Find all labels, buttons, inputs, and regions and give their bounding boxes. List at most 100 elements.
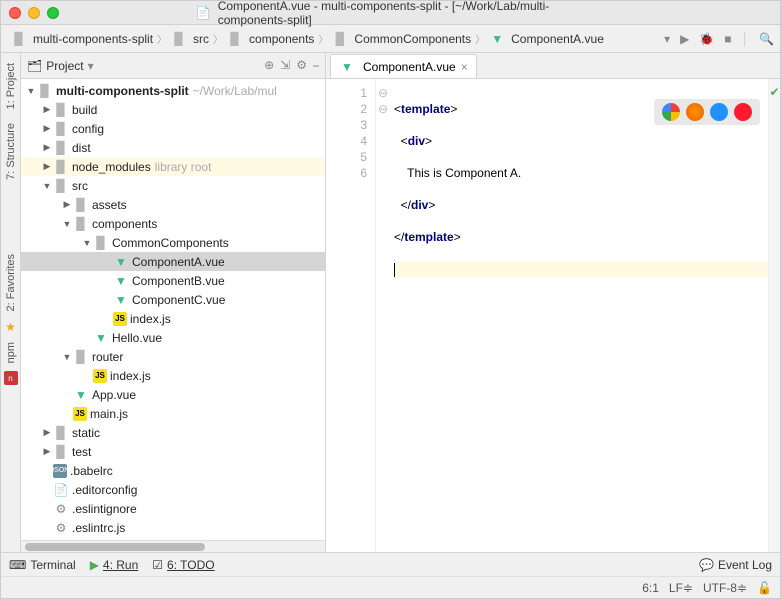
lock-icon[interactable]: 🔓 (757, 581, 772, 595)
tree-item[interactable]: ▶▉dist (21, 138, 325, 157)
breadcrumb[interactable]: ▼ComponentA.vue (485, 29, 608, 49)
breadcrumb[interactable]: ▉CommonComponents (328, 29, 475, 49)
chrome-icon[interactable] (662, 103, 680, 121)
tree-item[interactable]: ▶▼ComponentB.vue (21, 271, 325, 290)
tree-item[interactable]: ▶JSmain.js (21, 404, 325, 423)
todo-icon: ☑ (152, 558, 163, 572)
folder-icon: ▉ (171, 31, 187, 47)
error-stripe[interactable]: ✔ (768, 79, 780, 552)
line-separator[interactable]: LF≑ (669, 581, 693, 595)
scrollbar-thumb[interactable] (25, 543, 205, 551)
ok-check-icon: ✔ (769, 85, 779, 99)
hide-icon[interactable]: ⎯ (313, 58, 319, 73)
terminal-button[interactable]: ⌨Terminal (9, 558, 76, 572)
tab-favorites[interactable]: 2: Favorites (3, 248, 19, 317)
terminal-icon: ⌨ (9, 558, 26, 572)
vue-icon: ▼ (73, 387, 89, 403)
tree-item[interactable]: ▶JSON.babelrc (21, 461, 325, 480)
log-icon: 💬 (699, 558, 714, 572)
dropdown-icon[interactable]: ▾ (664, 32, 670, 46)
vue-icon: ▼ (489, 31, 505, 47)
tree-item[interactable]: ▶⚙.eslintrc.js (21, 518, 325, 537)
cursor-position[interactable]: 6:1 (642, 581, 659, 595)
stop-button[interactable]: ■ (724, 32, 731, 46)
tree-item[interactable]: ▶▉static (21, 423, 325, 442)
tree-item[interactable]: ▼▉router (21, 347, 325, 366)
star-icon: ★ (5, 320, 16, 334)
firefox-icon[interactable] (686, 103, 704, 121)
tree-root[interactable]: ▼▉multi-components-split~/Work/Lab/mul (21, 81, 325, 100)
maximize-window-button[interactable] (47, 7, 59, 19)
chevron-right-icon: 〉 (475, 31, 485, 46)
folder-icon: ▉ (11, 31, 27, 47)
folder-icon: ▉ (227, 31, 243, 47)
safari-icon[interactable] (710, 103, 728, 121)
tab-project[interactable]: 1: Project (3, 57, 19, 115)
tree-item[interactable]: ▼▉components (21, 214, 325, 233)
folder-icon: ▉ (53, 140, 69, 156)
line-number-gutter: 1 2 3 4 5 6 (326, 79, 376, 552)
tree-item[interactable]: ▶▼Hello.vue (21, 328, 325, 347)
search-button[interactable]: 🔍 (759, 32, 774, 46)
gear-icon[interactable]: ⚙ (296, 58, 307, 73)
close-tab-button[interactable]: × (461, 60, 468, 74)
tree-item[interactable]: ▶▼App.vue (21, 385, 325, 404)
npm-icon: n (4, 371, 18, 385)
tab-label: ComponentA.vue (363, 60, 456, 74)
tree-item[interactable]: ▶▉test (21, 442, 325, 461)
fold-gutter: ⊖⊖ (376, 79, 390, 552)
vue-icon: ▼ (93, 330, 109, 346)
close-window-button[interactable] (9, 7, 21, 19)
folder-icon: ▉ (53, 121, 69, 137)
event-log-button[interactable]: 💬Event Log (699, 558, 772, 572)
tree-item[interactable]: ▶JSindex.js (21, 309, 325, 328)
run-button[interactable]: ▶ (680, 32, 689, 46)
tree-item-selected[interactable]: ▶▼ComponentA.vue (21, 252, 325, 271)
locate-icon[interactable]: ⊕ (264, 58, 274, 73)
tree-item[interactable]: ▶▉config (21, 119, 325, 138)
tree-item[interactable]: ▼▉CommonComponents (21, 233, 325, 252)
tree-item-library[interactable]: ▶▉node_moduleslibrary root (21, 157, 325, 176)
line-number: 1 (326, 85, 367, 101)
line-number: 4 (326, 133, 367, 149)
code-content[interactable]: <template> <div> This is Component A. </… (390, 79, 768, 552)
todo-button[interactable]: ☑6: TODO (152, 558, 214, 572)
tree-item[interactable]: ▶▼ComponentC.vue (21, 290, 325, 309)
tree-item[interactable]: ▶▉assets (21, 195, 325, 214)
vue-icon: ▼ (113, 292, 129, 308)
tree-item[interactable]: ▶▉build (21, 100, 325, 119)
horizontal-scrollbar[interactable] (21, 540, 325, 552)
folder-icon: ▉ (37, 83, 53, 99)
debug-button[interactable]: 🐞 (699, 32, 714, 46)
breadcrumb[interactable]: ▉multi-components-split (7, 29, 157, 49)
line-number: 3 (326, 117, 367, 133)
chevron-right-icon: 〉 (318, 31, 328, 46)
file-icon: 📄 (196, 5, 211, 21)
collapse-icon[interactable]: ⇲ (280, 58, 290, 73)
tree-item[interactable]: ▶📄.editorconfig (21, 480, 325, 499)
tree-item[interactable]: ▼▉src (21, 176, 325, 195)
folder-icon: ▉ (73, 349, 89, 365)
breadcrumb[interactable]: ▉components (223, 29, 318, 49)
text-cursor (394, 263, 395, 277)
status-bar: 6:1 LF≑ UTF-8≑ 🔓 (1, 576, 780, 598)
opera-icon[interactable] (734, 103, 752, 121)
tree-item[interactable]: ▶JSindex.js (21, 366, 325, 385)
editor-tab[interactable]: ▼ ComponentA.vue × (330, 54, 477, 78)
tree-item[interactable]: ▶⚙.eslintignore (21, 499, 325, 518)
folder-icon: ▉ (73, 197, 89, 213)
tab-structure[interactable]: 7: Structure (3, 117, 19, 186)
folder-icon: ▉ (53, 159, 69, 175)
file-encoding[interactable]: UTF-8≑ (703, 581, 747, 595)
run-tool-button[interactable]: ▶4: Run (90, 558, 139, 572)
panel-title[interactable]: 🗂Project ▾ (27, 59, 94, 73)
bottom-tool-bar: ⌨Terminal ▶4: Run ☑6: TODO 💬Event Log (1, 552, 780, 576)
line-number: 6 (326, 165, 367, 181)
minimize-window-button[interactable] (28, 7, 40, 19)
project-tree[interactable]: ▼▉multi-components-split~/Work/Lab/mul ▶… (21, 79, 325, 540)
file-icon: 📄 (53, 482, 69, 498)
code-editor[interactable]: 1 2 3 4 5 6 ⊖⊖ <template> <div> This is … (326, 79, 780, 552)
toolbar-right: ▾ ▶ 🐞 ■ │ 🔍 (664, 32, 774, 46)
tab-npm[interactable]: npm (3, 336, 19, 369)
breadcrumb[interactable]: ▉src (167, 29, 213, 49)
